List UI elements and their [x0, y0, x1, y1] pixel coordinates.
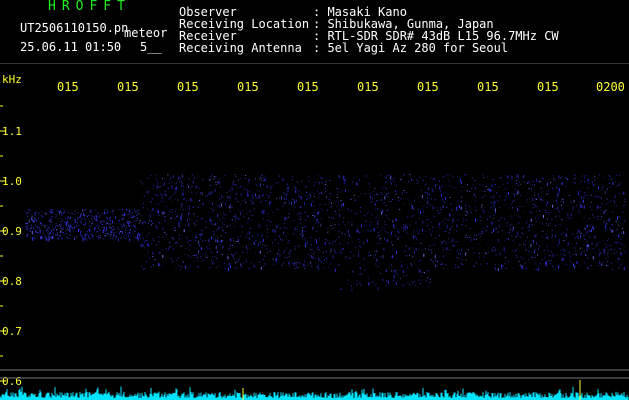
meteor-label: meteor [124, 26, 168, 40]
count-label: 5__ [140, 40, 162, 54]
date-time-label: 25.06.11 01:50 [20, 40, 122, 54]
spectrogram-plot [0, 105, 629, 400]
signal-band [25, 174, 626, 292]
antenna-value: : 5el Yagi Az 280 for Seoul [313, 41, 509, 55]
filename-label: UT2506110150.pn [20, 21, 129, 35]
program-name: HROFFT [48, 0, 131, 14]
reference-lines [0, 369, 629, 379]
noise-floor [0, 386, 629, 400]
antenna-label: Receiving Antenna [179, 41, 302, 55]
y-tick-marks [0, 105, 6, 382]
